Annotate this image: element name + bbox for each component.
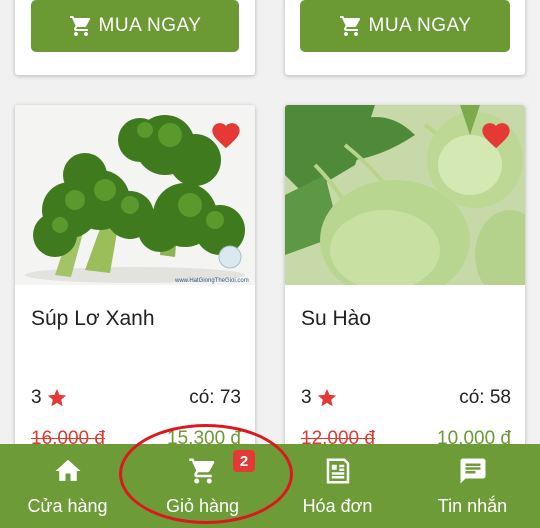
product-rating: 3: [31, 387, 68, 409]
buy-now-button[interactable]: MUA NGAY: [31, 0, 239, 52]
nav-label: Giỏ hàng: [165, 496, 240, 516]
product-image-kohlrabi: [285, 105, 525, 285]
favorite-heart-icon[interactable]: [209, 119, 243, 149]
cart-icon: [339, 16, 360, 36]
rating-value: 3: [301, 387, 312, 408]
cart-count-badge: 2: [233, 450, 255, 472]
nav-item-invoice[interactable]: Hóa đơn: [270, 444, 405, 528]
receipt-icon: [326, 458, 349, 484]
product-name: Su Hào: [301, 307, 372, 330]
bottom-navigation: Cửa hàng 2 Giỏ hàng Hóa đơn Tin nhắn: [0, 444, 540, 528]
rating-value: 3: [31, 387, 42, 408]
star-icon: [317, 388, 336, 407]
nav-item-store[interactable]: Cửa hàng: [0, 444, 135, 528]
product-name: Súp Lơ Xanh: [31, 307, 155, 330]
home-icon: [55, 459, 80, 481]
product-card-top-left: MUA NGAY: [15, 0, 255, 75]
message-icon: [460, 458, 485, 484]
product-card-top-right: MUA NGAY: [285, 0, 525, 75]
nav-item-messages[interactable]: Tin nhắn: [405, 444, 540, 528]
product-image-broccoli: www.HatGiongTheGioi.com: [15, 105, 255, 285]
nav-label: Tin nhắn: [437, 496, 508, 516]
buy-now-button[interactable]: MUA NGAY: [300, 0, 510, 52]
product-card-kohlrabi[interactable]: Su Hào 3 có: 58 12.000 đ 10.000 đ: [285, 105, 525, 465]
star-icon: [47, 388, 66, 407]
product-rating: 3: [301, 387, 338, 409]
product-stock: có: 73: [189, 387, 241, 408]
favorite-heart-icon[interactable]: [479, 119, 513, 149]
nav-label: Cửa hàng: [27, 496, 108, 516]
product-card-broccoli[interactable]: www.HatGiongTheGioi.com Súp Lơ Xanh 3 có…: [15, 105, 255, 465]
buy-now-label: MUA NGAY: [368, 15, 472, 36]
buy-now-label: MUA NGAY: [98, 15, 202, 36]
cart-icon: [69, 16, 90, 36]
image-watermark: www.HatGiongTheGioi.com: [174, 278, 249, 284]
product-stock: có: 58: [459, 387, 511, 408]
nav-item-cart[interactable]: 2 Giỏ hàng: [135, 444, 270, 528]
cart-icon: [188, 458, 214, 484]
nav-label: Hóa đơn: [302, 496, 373, 516]
